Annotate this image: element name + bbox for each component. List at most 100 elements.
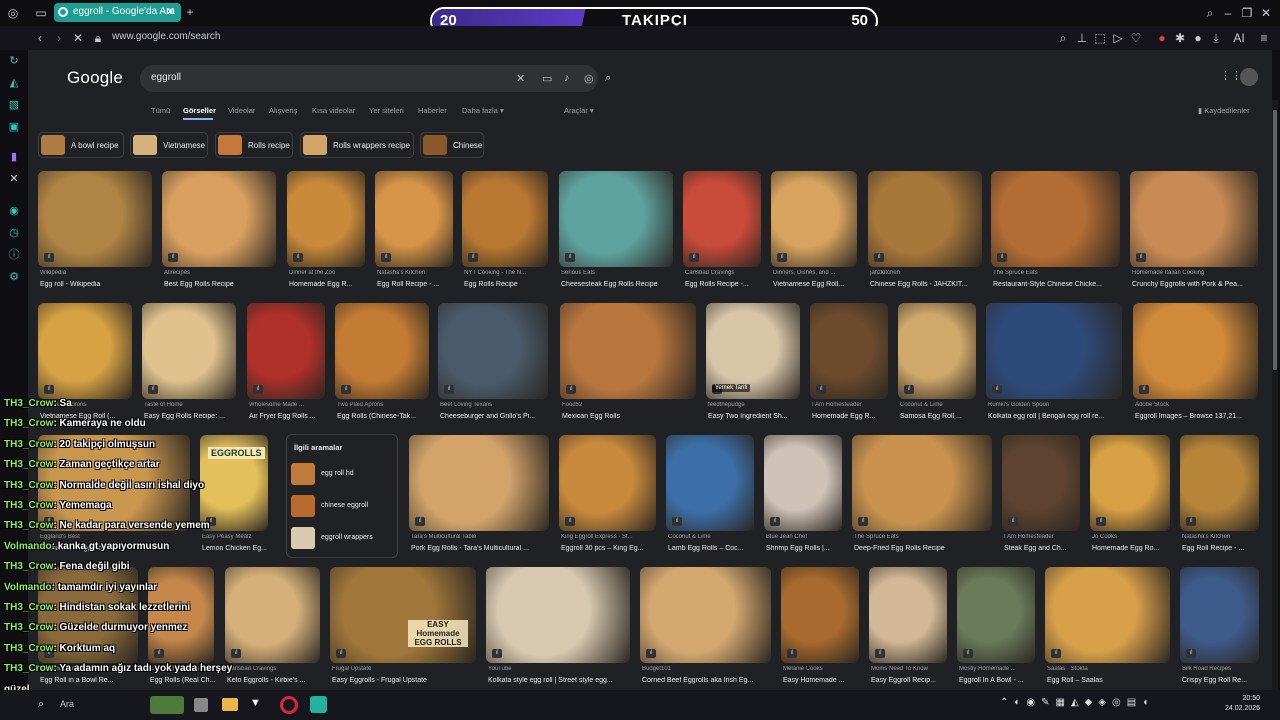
extensions-icon[interactable]: ✱ [1174,31,1186,45]
search-taskbar-icon[interactable]: ⌕ [38,698,52,712]
result-title[interactable]: Egg Rolls (Real Ch... [150,677,216,684]
app-icon[interactable] [310,696,327,713]
reload-icon[interactable]: ✕ [72,31,84,45]
lens-icon[interactable]: ◎ [584,72,594,85]
result-source[interactable]: Eggland's Best [40,534,192,540]
result-source[interactable]: Melanie Cooks [783,666,861,672]
result-source[interactable]: Dinners, Dishes, and ... [773,270,859,276]
result-thumbnail[interactable] [1045,567,1170,663]
result-source[interactable]: Budget101 [642,666,773,672]
nav-tab-2[interactable]: Videolar [228,106,255,115]
result-title[interactable]: Keto Eggrolls - Kirbie's ... [227,677,322,684]
twitch-icon[interactable]: ▮ [7,150,21,164]
image-result[interactable]: ıl Homemade Italian Cooking Crunchy Eggrol… [1130,171,1258,289]
result-title[interactable]: Egg Roll Recipe - ... [1182,545,1261,552]
result-thumbnail[interactable] [559,171,673,267]
active-tab[interactable]: eggroll - Google'da Ara ✕ [54,3,181,22]
result-title[interactable]: Mexican Egg Rolls [562,413,698,420]
result-title[interactable]: Egg Rolls Recipe -... [685,281,763,288]
result-thumbnail[interactable] [991,171,1120,267]
result-source[interactable]: Wikipedia [40,270,154,276]
result-source[interactable]: Coconut & Lime [900,402,978,408]
result-source[interactable]: The Spruce Eats [854,534,994,540]
result-title[interactable]: Vietnamese Egg Roll... [40,545,192,552]
lock-icon[interactable]: 🔒︎ [92,31,104,45]
forward-icon[interactable]: › [53,31,65,45]
search-box[interactable]: eggroll ✕ ▭ ♪ ◎ ⌕ [140,65,611,92]
image-result[interactable]: ıl Carlsbad Cravings Egg Rolls (Real Ch... [148,567,216,685]
result-title[interactable]: Egg roll - Wikipedia [40,281,154,288]
image-result[interactable]: ıl I Am Homesteader Steak Egg and Ch... [1002,435,1080,553]
result-source[interactable]: Coconut & Lime [668,534,756,540]
chip-3[interactable]: Rolls wrappers recipe [300,132,414,158]
result-title[interactable]: Easy Egg Rolls Recipe: ... [144,413,238,420]
saved-link[interactable]: ▮ Kaydedilenler [1198,106,1250,115]
result-thumbnail[interactable] [38,435,190,531]
result-thumbnail[interactable] [986,303,1122,399]
result-title[interactable]: Samosa Egg Roll ... [900,413,978,420]
taskbar-search-label[interactable]: Ara [60,699,74,709]
result-title[interactable]: Best Egg Rolls Recipe [164,281,278,288]
chip-2[interactable]: Rolls recipe [215,132,293,158]
result-source[interactable]: Allrecipes [164,270,278,276]
close-tab-icon[interactable]: ✕ [166,5,175,18]
image-result[interactable]: ıl Blue Jean Chef Shrimp Egg Rolls |... [764,435,842,553]
image-result[interactable]: ıl Dinners, Dishes, and ... Vietnamese Egg… [771,171,857,289]
image-result[interactable]: ıl Silk Road Recipes Crispy Egg Roll Re... [1180,567,1259,685]
opera-gx-icon[interactable] [280,696,298,714]
result-source[interactable]: jahzkitchen [870,270,984,276]
result-source[interactable]: Natasha's Kitchen [1182,534,1261,540]
result-source[interactable]: Eggland's Best [40,666,140,672]
result-source[interactable]: Two Plaid Aprons [40,402,134,408]
result-title[interactable]: Easy Eggroll Recip... [871,677,949,684]
clear-icon[interactable]: ✕ [516,72,525,85]
widget-icon[interactable] [150,696,184,714]
image-result[interactable]: ıl Wikipedia Egg roll - Wikipedia [38,171,152,289]
related-search-item[interactable]: chinese eggroll [291,495,395,519]
history-icon[interactable]: ↻ [7,54,21,68]
result-thumbnail[interactable] [38,171,152,267]
back-icon[interactable]: ‹ [34,31,46,45]
result-title[interactable]: Homemade Egg R... [289,281,367,288]
result-title[interactable]: Steak Egg and Ch... [1004,545,1082,552]
result-source[interactable]: Natasha's Kitchen [377,270,455,276]
download-icon[interactable]: ⤓ [1210,31,1222,45]
result-source[interactable]: Silk Road Recipes [1182,666,1261,672]
result-title[interactable]: Kolkata egg roll | Bengali egg roll re..… [988,413,1124,420]
image-result[interactable]: ıl The Spruce Eats Deep-Fried Egg Rolls Re… [852,435,992,553]
result-source[interactable]: Two Plaid Aprons [337,402,431,408]
image-result[interactable]: ıl Budget101 Corned Beef Eggrolls aka Iris… [640,567,771,685]
image-result[interactable]: ıl Moms Need To Know Easy Eggroll Recip... [869,567,947,685]
image-result[interactable]: ıl Mostly Homemade ... Eggroll In A Bowl -… [957,567,1035,685]
result-title[interactable]: Deep-Fried Egg Rolls Recipe [854,545,994,552]
result-title[interactable]: Chinese Egg Rolls - JAHZKIT... [870,281,984,288]
image-result[interactable]: ıl Taste of Home Easy Egg Rolls Recipe: ..… [142,303,236,421]
result-title[interactable]: Kolkata style egg roll | Street style eg… [488,677,632,684]
result-title[interactable]: Homemade Egg R... [812,413,890,420]
result-source[interactable]: Serious Eats [561,270,675,276]
result-thumbnail[interactable] [330,567,476,663]
nav-tab-0[interactable]: Tümü [151,106,170,115]
image-result[interactable]: ılfeedthepudgeEasy Two Ingredient Sh... [706,303,800,421]
result-source[interactable]: Mostly Homemade ... [959,666,1037,672]
result-title[interactable]: Restaurant-Style Chinese Chicke... [993,281,1122,288]
result-thumbnail[interactable] [1133,303,1258,399]
result-source[interactable]: Blue Jean Chef [766,534,844,540]
image-result[interactable]: ıl Natasha's Kitchen Egg Roll Recipe - ... [1180,435,1259,553]
image-result[interactable]: ıl Beef Loving Texans Cheeseburger and Gri… [438,303,548,421]
result-title[interactable]: Pork Egg Rolls - Tara's Multicultural ..… [411,545,551,552]
result-source[interactable]: YouTube [488,666,632,672]
nav-tab-4[interactable]: Kısa videolar [312,106,355,115]
image-result[interactable]: ıl Wholesome Made ... Air Fryer Egg Rolls … [247,303,325,421]
clock-icon[interactable]: ◷ [7,226,21,240]
result-title[interactable]: Eggroll In A Bowl - ... [959,677,1037,684]
play-icon[interactable]: ▷ [1112,31,1124,45]
chip-1[interactable]: Vietnamese [130,132,208,158]
avatar[interactable] [1240,68,1258,86]
image-result[interactable]: ıl Jo Cooks Homemade Egg Ro... [1090,435,1170,553]
result-source[interactable]: Dinner at the Zoo [289,270,367,276]
url-field[interactable]: www.google.com/search [112,31,220,42]
apps-grid-icon[interactable]: ⋮⋮ [1220,69,1242,82]
keyboard-icon[interactable]: ▭ [542,72,552,85]
search-tabs-icon[interactable]: ⌕ [1204,6,1216,20]
